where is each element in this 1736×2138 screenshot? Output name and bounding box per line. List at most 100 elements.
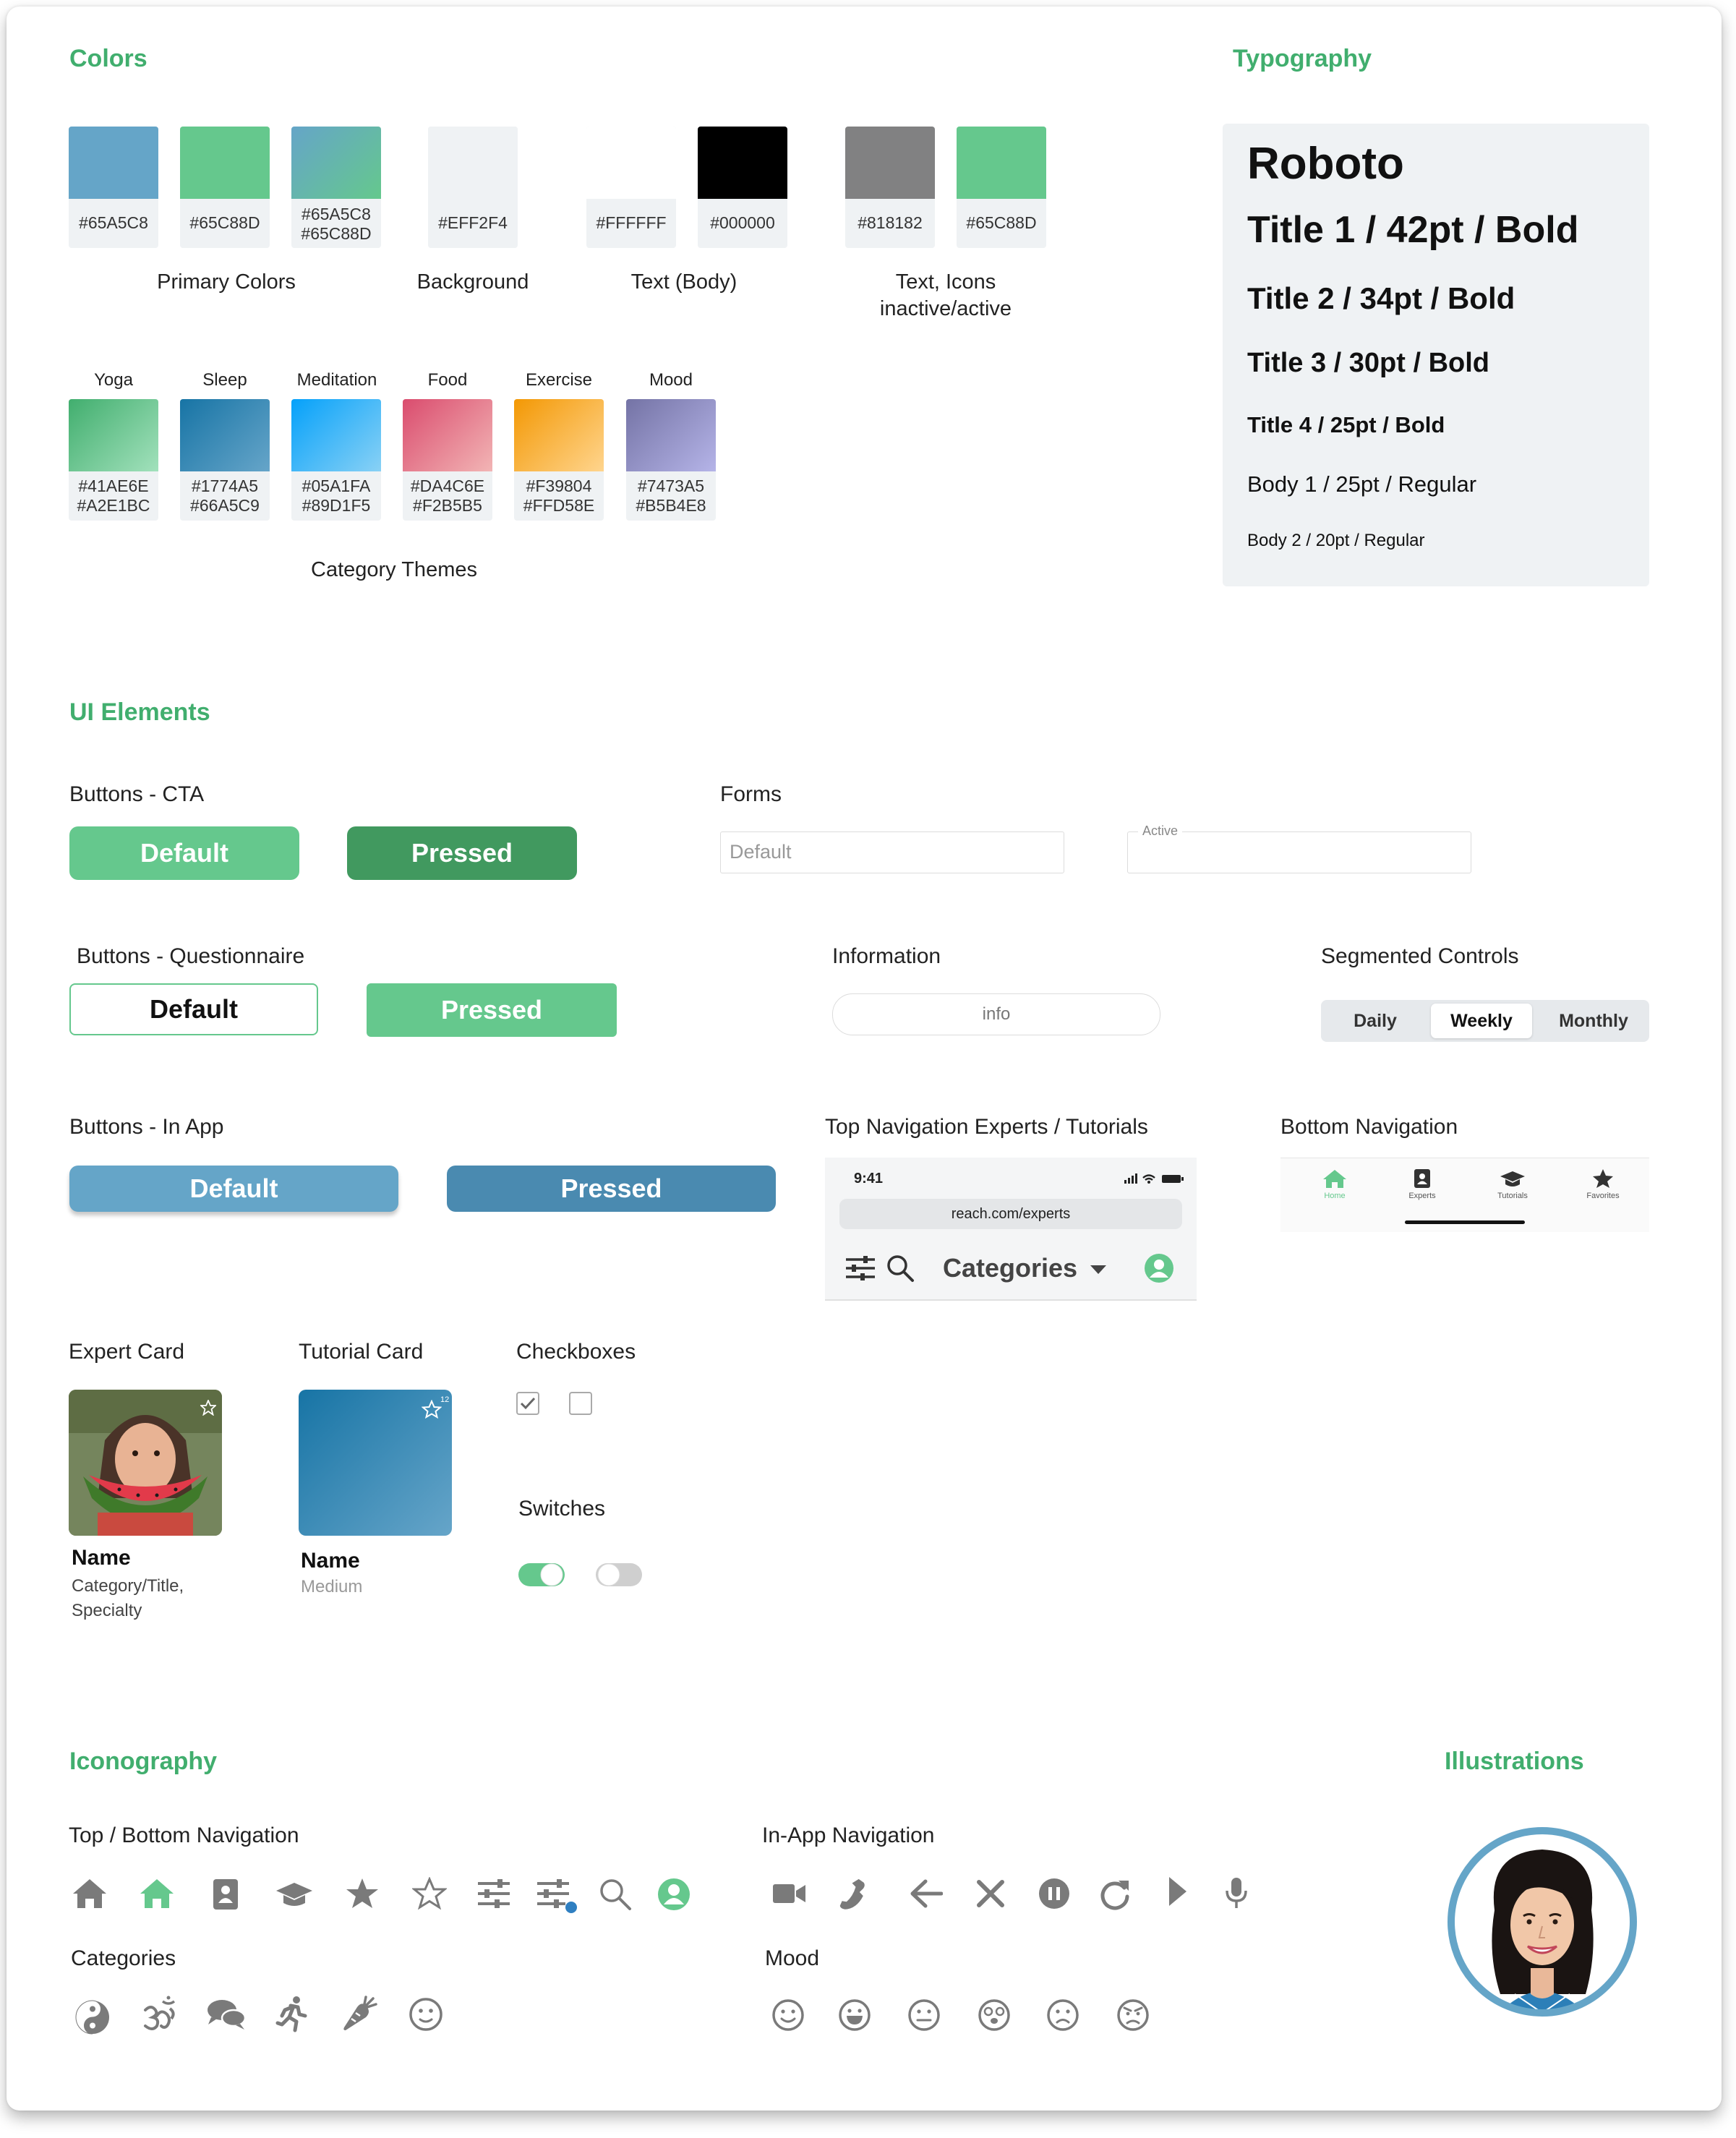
- home-icon: [1323, 1170, 1346, 1188]
- phone-icon: [839, 1878, 865, 1910]
- ui-elements-section-title: UI Elements: [69, 698, 210, 726]
- icons-label-line1: Text, Icons: [895, 270, 996, 294]
- swatch-icon-green: #65C88D: [957, 127, 1046, 248]
- body2-sample: Body 2 / 20pt / Regular: [1247, 531, 1425, 550]
- form-default-placeholder: Default: [730, 841, 792, 863]
- om-icon: [144, 1996, 176, 2030]
- inapp-pressed-button[interactable]: Pressed: [447, 1166, 776, 1212]
- expert-card-line1: Category/Title,: [72, 1576, 184, 1596]
- forms-title: Forms: [720, 782, 782, 806]
- category-mood-label: Mood: [649, 370, 693, 390]
- swatch-white: #FFFFFF: [586, 127, 676, 248]
- favorite-star-icon[interactable]: [200, 1400, 216, 1416]
- category-themes-label: Category Themes: [311, 558, 477, 581]
- segmented-controls-title: Segmented Controls: [1321, 944, 1519, 968]
- questionnaire-pressed-button[interactable]: Pressed: [367, 983, 617, 1037]
- information-title: Information: [832, 944, 941, 968]
- colors-section-title: Colors: [69, 45, 147, 72]
- bottomnav-home[interactable]: Home: [1309, 1168, 1360, 1200]
- swatch-exercise: #F39804 #FFD58E: [514, 399, 604, 521]
- segmented-control: Daily Weekly Monthly: [1321, 1000, 1649, 1042]
- runner-icon: [275, 1996, 307, 2032]
- iconography-section-title: Iconography: [69, 1748, 218, 1775]
- checkboxes-title: Checkboxes: [516, 1340, 636, 1364]
- top-navigation-title: Top Navigation Experts / Tutorials: [825, 1115, 1148, 1139]
- info-pill[interactable]: info: [832, 993, 1160, 1035]
- switch-off[interactable]: [595, 1560, 643, 1590]
- questionnaire-buttons-title: Buttons - Questionnaire: [77, 944, 305, 968]
- tutorial-card-image[interactable]: 12: [299, 1390, 452, 1536]
- search-icon: [600, 1879, 631, 1910]
- back-arrow-icon: [910, 1879, 943, 1908]
- expert-book-icon: [213, 1879, 238, 1910]
- font-name: Roboto: [1247, 139, 1404, 189]
- switches-title: Switches: [518, 1497, 606, 1521]
- segment-monthly[interactable]: Monthly: [1538, 1000, 1649, 1042]
- categories-dropdown[interactable]: Categories: [943, 1253, 1107, 1283]
- title1-sample: Title 1 / 42pt / Bold: [1247, 209, 1579, 251]
- checkbox-unchecked[interactable]: [569, 1392, 592, 1415]
- favorite-star-icon[interactable]: [422, 1400, 442, 1419]
- swatch-yoga: #41AE6E #A2E1BC: [69, 399, 158, 521]
- background-label: Background: [416, 270, 529, 294]
- bottomnav-experts[interactable]: Experts: [1397, 1168, 1448, 1200]
- title2-sample: Title 2 / 34pt / Bold: [1247, 281, 1515, 315]
- swatch-primary-gradient: #65A5C8 #65C88D: [291, 127, 381, 248]
- illustrations-section-title: Illustrations: [1445, 1748, 1584, 1775]
- swatch-gray: #818182: [845, 127, 935, 248]
- category-yoga-label: Yoga: [94, 370, 133, 390]
- cta-buttons-title: Buttons - CTA: [69, 782, 205, 806]
- tutorial-card-title: Tutorial Card: [299, 1340, 424, 1364]
- title4-sample: Title 4 / 25pt / Bold: [1247, 412, 1445, 437]
- sliders-icon: [478, 1879, 510, 1908]
- form-default-input[interactable]: Default: [720, 831, 1064, 873]
- top-navigation-mock: 9:41 reach.com/experts Categories: [825, 1158, 1197, 1301]
- form-active-input[interactable]: Active: [1127, 824, 1471, 873]
- segment-daily[interactable]: Daily: [1321, 1000, 1429, 1042]
- star-filled-icon: [346, 1878, 378, 1908]
- icons-label-line2: inactive/active: [879, 297, 1012, 320]
- typography-section-title: Typography: [1233, 45, 1372, 72]
- expert-card-image[interactable]: [69, 1390, 222, 1536]
- smiley-icon: [409, 1998, 442, 2031]
- grin-icon: [839, 1999, 871, 2031]
- cta-pressed-button[interactable]: Pressed: [347, 826, 577, 880]
- angry-icon: [1117, 1999, 1149, 2031]
- search-icon[interactable]: [886, 1254, 915, 1283]
- graduation-cap-icon: [276, 1883, 312, 1906]
- url-bar[interactable]: reach.com/experts: [839, 1199, 1182, 1229]
- swatch-sleep: #1774A5 #66A5C9: [180, 399, 270, 521]
- expert-card-name: Name: [72, 1546, 131, 1570]
- inapp-default-button[interactable]: Default: [69, 1166, 398, 1212]
- microphone-icon: [1226, 1878, 1247, 1908]
- primary-colors-label: Primary Colors: [157, 270, 296, 294]
- status-time: 9:41: [854, 1171, 884, 1186]
- switch-on[interactable]: [518, 1560, 565, 1590]
- favorite-count: 12: [440, 1395, 450, 1404]
- title3-sample: Title 3 / 30pt / Bold: [1247, 348, 1490, 378]
- home-icon: [73, 1879, 106, 1908]
- swatch-primary-blue: #65A5C8: [69, 127, 158, 248]
- sliders-icon[interactable]: [845, 1255, 876, 1281]
- form-active-label: Active: [1138, 824, 1183, 839]
- body1-sample: Body 1 / 25pt / Regular: [1247, 471, 1477, 497]
- neutral-icon: [908, 1999, 940, 2031]
- questionnaire-default-button[interactable]: Default: [69, 983, 318, 1035]
- checkbox-checked[interactable]: [516, 1392, 539, 1415]
- tutorial-card-sub: Medium: [301, 1577, 363, 1596]
- segment-weekly[interactable]: Weekly: [1431, 1004, 1532, 1038]
- home-indicator: [1405, 1220, 1525, 1224]
- profile-icon[interactable]: [1144, 1253, 1174, 1283]
- swatch-black: #000000: [698, 127, 787, 248]
- bottom-navigation-title: Bottom Navigation: [1280, 1115, 1458, 1139]
- typography-panel: Roboto Title 1 / 42pt / Bold Title 2 / 3…: [1223, 124, 1649, 586]
- swatch-food: #DA4C6E #F2B5B5: [403, 399, 492, 521]
- bottomnav-favorites[interactable]: Favorites: [1574, 1168, 1632, 1200]
- categories-label: Categories: [943, 1253, 1078, 1283]
- bottom-navigation-mock: Home Experts Tutorials Favorites: [1280, 1158, 1649, 1232]
- bottomnav-tutorials[interactable]: Tutorials: [1484, 1168, 1542, 1200]
- swatch-background: #EFF2F4: [428, 127, 518, 248]
- cta-default-button[interactable]: Default: [69, 826, 299, 880]
- star-outline-icon: [412, 1877, 447, 1910]
- expert-card-title: Expert Card: [69, 1340, 185, 1364]
